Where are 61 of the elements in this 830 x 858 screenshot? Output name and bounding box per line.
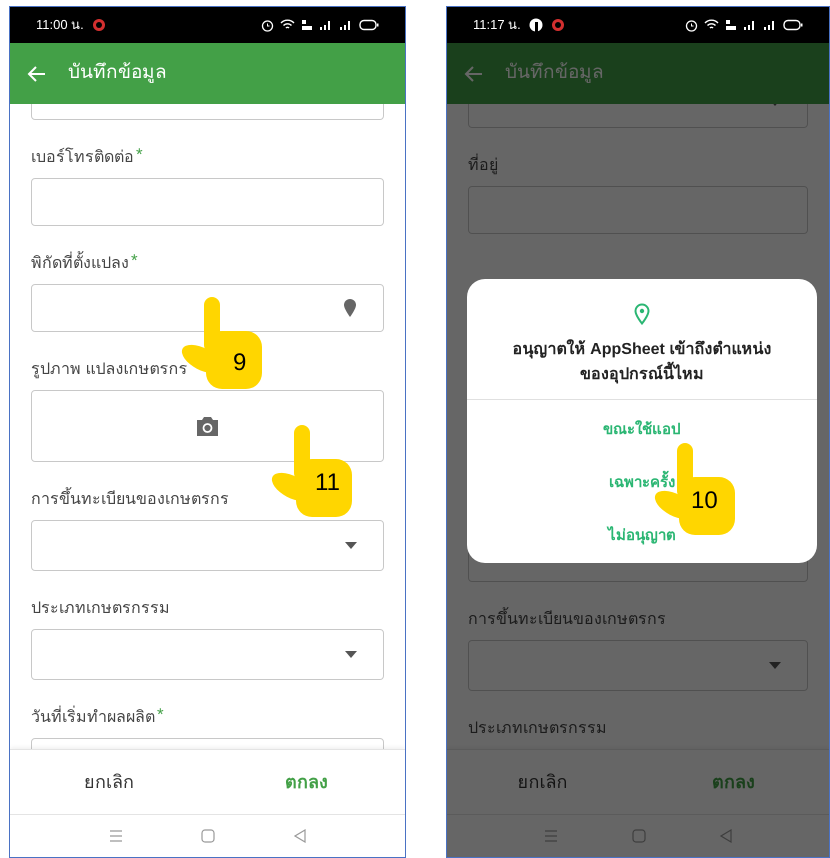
dropdown-field[interactable]	[31, 520, 384, 571]
status-time: 11:00 น.	[36, 16, 84, 34]
back-arrow-icon	[463, 64, 483, 82]
required-mark: *	[157, 706, 164, 724]
step-number: 10	[691, 487, 718, 515]
step-number: 11	[315, 469, 340, 497]
field-label: การขึ้นทะเบียนของเกษตรกร	[31, 488, 229, 512]
network-type-icon	[725, 19, 737, 31]
dropdown-caret-icon	[345, 542, 357, 549]
ok-button[interactable]: ตกลง	[704, 764, 763, 800]
status-time: 11:17 น.	[473, 16, 521, 34]
network-type-icon	[301, 19, 313, 31]
dialog-option[interactable]: เฉพาะครั้ง	[609, 467, 675, 498]
step-number: 9	[233, 349, 246, 377]
app-bar-title: บันทึกข้อมูล	[505, 61, 604, 86]
signal-icon	[319, 19, 333, 31]
field-label: เบอร์โทรติดต่อ	[31, 146, 134, 168]
dropdown-field[interactable]	[468, 640, 808, 691]
cancel-button[interactable]: ยกเลิก	[76, 764, 142, 800]
field-label: รูปภาพ แปลงเกษตรกร	[31, 360, 188, 380]
home-square-icon	[201, 829, 216, 843]
dialog-title: อนุญาตให้ AppSheet เข้าถึงตำแหน่งของอุปกรณ์นี้ไหม	[512, 338, 772, 386]
field-label: วันที่เริ่มทำผลผลิต	[31, 706, 155, 730]
map-pin-icon	[343, 298, 357, 318]
dropdown-caret-icon	[345, 651, 357, 658]
wifi-icon	[704, 19, 719, 31]
field-label: ที่อยู่	[468, 154, 498, 178]
cancel-button[interactable]: ยกเลิก	[510, 764, 576, 800]
dialog-option[interactable]: ขณะใช้แอป	[603, 414, 681, 445]
required-mark: *	[131, 252, 138, 270]
menu-icon	[544, 830, 558, 842]
back-triangle-icon	[294, 829, 306, 843]
app-bar-title: บันทึกข้อมูล	[68, 61, 167, 86]
back-arrow-icon	[26, 64, 46, 82]
home-square-icon	[632, 829, 646, 843]
location-pin-icon	[634, 303, 650, 325]
battery-icon	[783, 19, 803, 31]
hand-pointer-icon	[272, 425, 352, 517]
location-field[interactable]	[31, 284, 384, 332]
dropdown-caret-icon	[769, 662, 781, 669]
ok-button[interactable]: ตกลง	[276, 764, 336, 800]
alarm-icon	[685, 18, 698, 32]
field-label: ประเภทเกษตรกรรม	[31, 599, 170, 619]
input-field[interactable]	[31, 178, 384, 226]
signal-icon	[743, 19, 757, 31]
circle-logo-icon	[528, 18, 543, 32]
dropdown-field[interactable]	[31, 629, 384, 680]
signal-icon	[339, 19, 353, 31]
required-mark: *	[136, 146, 143, 164]
battery-icon	[359, 19, 379, 31]
image-field[interactable]	[31, 390, 384, 462]
field-label: การขึ้นทะเบียนของเกษตรกร	[468, 608, 666, 632]
signal-icon	[763, 19, 777, 31]
alarm-icon	[261, 18, 274, 32]
field-label: พิกัดที่ตั้งแปลง	[31, 252, 129, 276]
menu-icon	[109, 830, 124, 842]
wifi-icon	[280, 19, 295, 31]
camera-icon	[195, 416, 220, 436]
dialog-option[interactable]: ไม่อนุญาต	[608, 520, 676, 551]
field-label: ประเภทเกษตรกรรม	[468, 719, 607, 739]
back-triangle-icon	[720, 829, 732, 843]
